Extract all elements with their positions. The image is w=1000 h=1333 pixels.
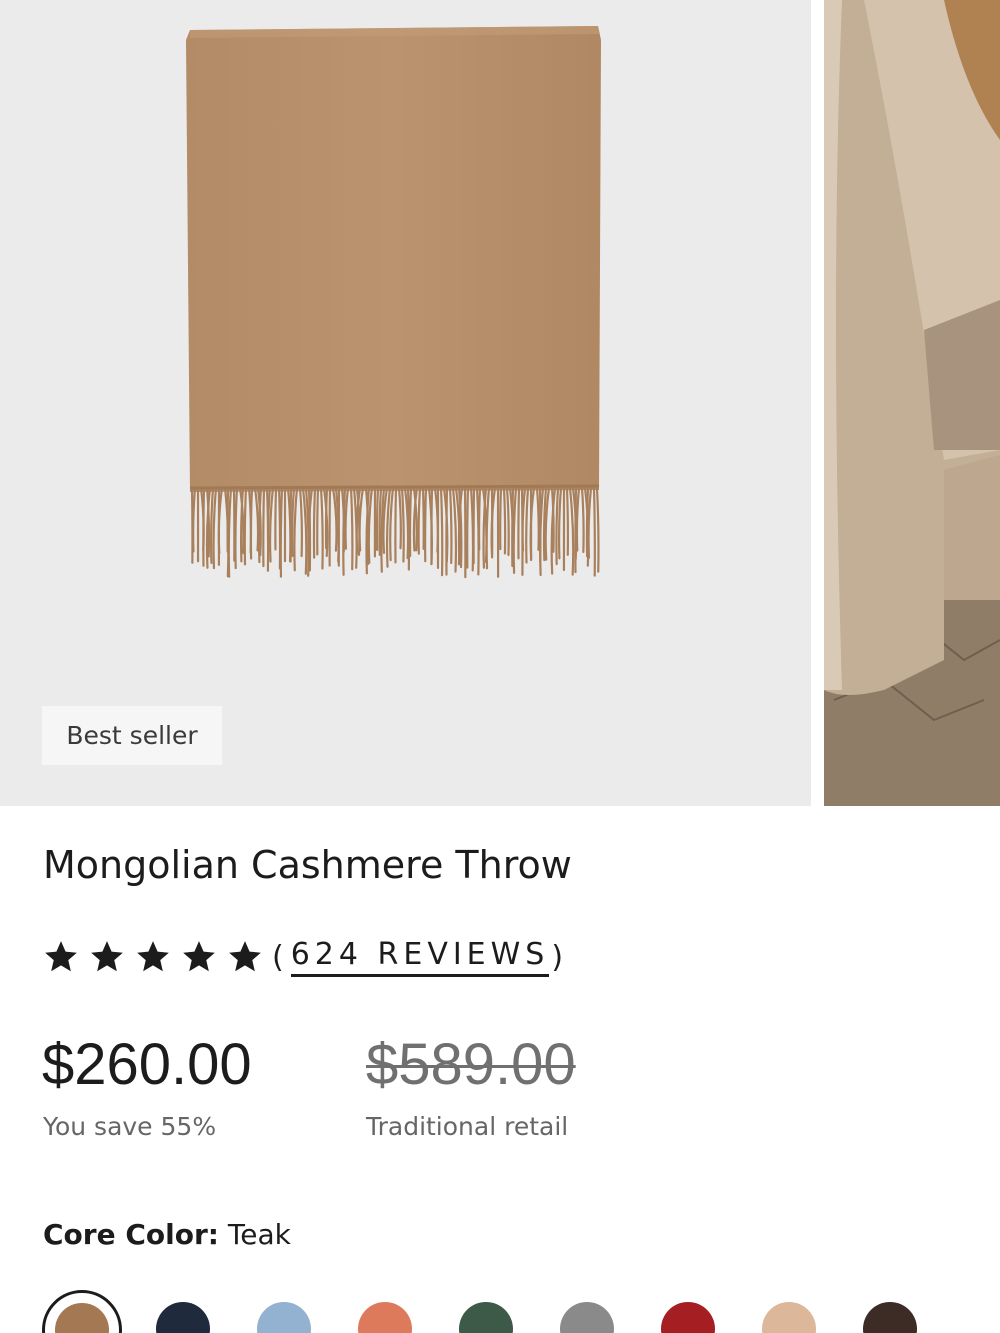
product-image-main[interactable] [0,0,811,806]
color-swatch[interactable] [560,1302,614,1333]
star-icon [229,941,261,972]
color-swatch-fill [55,1303,109,1333]
star-icon [91,941,123,972]
color-swatches [42,1290,1000,1333]
armchair-image [823,0,1000,806]
product-gallery[interactable]: Best seller [0,0,1000,806]
selected-color-name: Teak [227,1218,291,1251]
retail-price-label: Traditional retail [366,1112,569,1141]
star-icon [137,941,169,972]
color-label: Core Color: [43,1218,219,1251]
product-title: Mongolian Cashmere Throw [43,843,572,887]
sale-price: $260.00 [42,1032,252,1097]
color-swatch[interactable] [459,1302,513,1333]
reviews-count: 624 REVIEWS [290,937,550,977]
color-swatch[interactable] [358,1302,412,1333]
color-swatch[interactable] [257,1302,311,1333]
cashmere-throw-image [186,26,601,579]
star-rating [40,938,266,976]
reviews-open-paren: ( [272,939,289,975]
reviews-close-paren: ) [551,939,569,975]
reviews-link[interactable]: ( 624 REVIEWS ) [272,937,568,977]
color-swatch[interactable] [762,1302,816,1333]
color-swatch[interactable] [661,1302,715,1333]
retail-price: $589.00 [366,1032,576,1097]
rating-row: ( 624 REVIEWS ) [40,932,568,982]
star-icon [45,941,77,972]
color-swatch[interactable] [863,1302,917,1333]
color-selector-label: Core Color: Teak [43,1218,291,1251]
savings-text: You save 55% [43,1112,217,1141]
star-icon [183,941,215,972]
color-swatch[interactable] [42,1290,122,1333]
color-swatch[interactable] [156,1302,210,1333]
best-seller-badge: Best seller [42,706,222,765]
product-image-next[interactable] [823,0,1000,806]
